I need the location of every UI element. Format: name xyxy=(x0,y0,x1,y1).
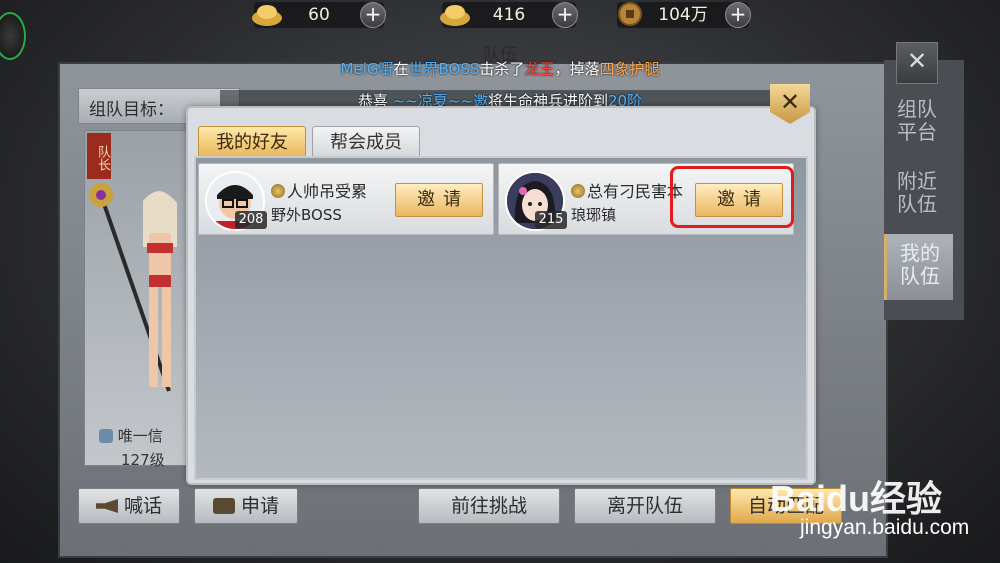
invite-button[interactable]: 邀请 xyxy=(395,183,483,217)
apply-button[interactable]: 申请 xyxy=(194,488,298,524)
tab-label: 我的队伍 xyxy=(900,241,940,288)
notice-line-1: MeiG嘢在世界BOSS击杀了龙王，掉落四象护腿 xyxy=(340,60,660,78)
baidu-watermark-logo: Baidu经验 xyxy=(770,478,943,519)
add-currency-button[interactable]: + xyxy=(725,2,751,28)
tab-nearby-teams[interactable]: 附近队伍 xyxy=(884,170,950,216)
character-figure xyxy=(89,183,177,392)
leave-team-button[interactable]: 离开队伍 xyxy=(574,488,716,524)
gold-ingot-icon xyxy=(252,5,282,26)
tab-guild-members[interactable]: 帮会成员 xyxy=(312,126,420,160)
add-currency-button[interactable]: + xyxy=(360,2,386,28)
friend-location: 琅琊镇 xyxy=(571,206,617,224)
dialog-close-button[interactable]: ✕ xyxy=(770,84,810,124)
friend-level: 215 xyxy=(535,211,567,229)
friend-location: 野外BOSS xyxy=(271,206,342,224)
currency-value: 60 xyxy=(308,5,330,25)
member-name: 唯一信 xyxy=(99,425,163,446)
friend-name: 总有刁民害本 xyxy=(571,178,683,202)
member-slot[interactable]: 队长 唯一信 127级 xyxy=(84,130,198,469)
tab-label: 附近队伍 xyxy=(897,169,937,216)
tab-my-team[interactable]: 我的队伍 xyxy=(884,234,953,300)
tab-label: 我的好友 xyxy=(216,132,288,153)
go-challenge-button[interactable]: 前往挑战 xyxy=(418,488,560,524)
tab-label: 帮会成员 xyxy=(330,132,402,153)
copper-coin-icon xyxy=(618,2,642,26)
friend-card: 208 人帅吊受累 野外BOSS 邀请 xyxy=(198,163,494,235)
guild-icon xyxy=(99,429,113,443)
tab-label: 组队平台 xyxy=(897,97,937,144)
currency-value: 416 xyxy=(492,5,526,25)
currency-value: 104万 xyxy=(658,5,708,25)
currency-bound-ingot: 416 + xyxy=(440,2,578,28)
friend-level: 208 xyxy=(235,211,267,229)
team-goal-label: 组队目标： xyxy=(89,100,174,120)
vip-icon xyxy=(271,184,285,198)
tab-my-friends[interactable]: 我的好友 xyxy=(198,126,306,160)
invite-dialog: 我的好友 帮会成员 208 人帅吊受累 野外BOSS 邀请 215 总有刁民害本… xyxy=(188,84,814,483)
megaphone-icon xyxy=(95,499,118,513)
gold-ingot-icon xyxy=(440,5,470,26)
currency-coins: 104万 + xyxy=(617,2,751,28)
people-icon xyxy=(212,498,235,514)
highlight-box xyxy=(670,166,794,228)
watermark-url: jingyan.baidu.com xyxy=(800,516,970,539)
friend-name: 人帅吊受累 xyxy=(271,178,367,202)
shout-button[interactable]: 喊话 xyxy=(78,488,180,524)
tab-team-platform[interactable]: 组队平台 xyxy=(884,98,950,144)
currency-gold-ingot: 60 + xyxy=(252,2,386,28)
member-level: 127级 xyxy=(121,451,165,469)
vip-icon xyxy=(571,184,585,198)
add-currency-button[interactable]: + xyxy=(552,2,578,28)
